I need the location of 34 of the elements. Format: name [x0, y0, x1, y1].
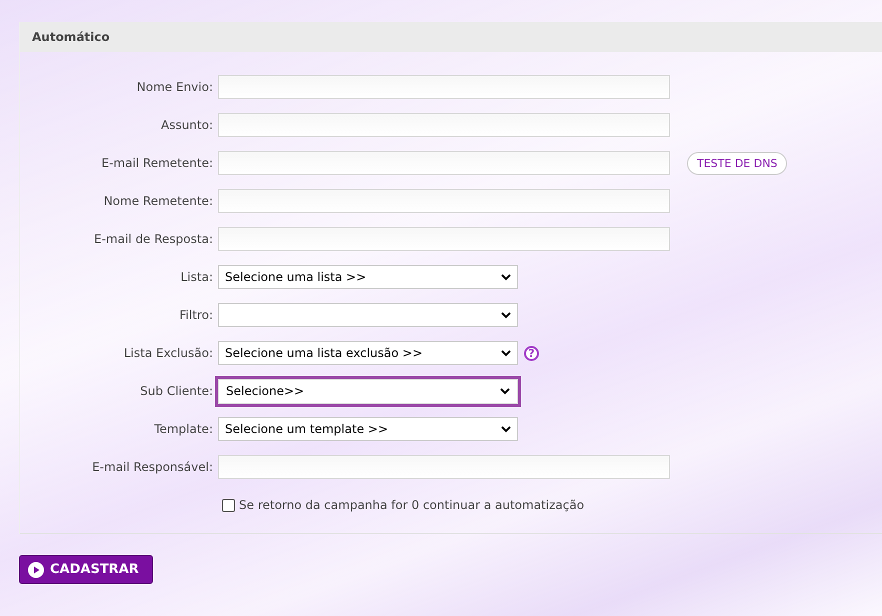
input-field[interactable] [218, 227, 670, 251]
input-field[interactable] [218, 75, 670, 99]
field-label: Nome Remetente: [102, 194, 214, 208]
dns-test-button[interactable]: TESTE DE DNS [687, 152, 788, 174]
chevron-icon [500, 388, 510, 394]
select-field[interactable]: Selecione um template >> [218, 417, 518, 441]
register-button[interactable]: CADASTRAR [19, 555, 153, 584]
panel-title: Automático [32, 30, 110, 44]
field-label: Assunto: [160, 118, 214, 132]
field-label: Nome Envio: [136, 80, 214, 94]
checkbox-label: Se retorno da campanha for 0 continuar a automatização [239, 498, 584, 512]
input-field[interactable] [218, 455, 670, 479]
chevron-icon [501, 350, 511, 356]
input-field[interactable] [218, 113, 670, 137]
select-field[interactable] [218, 303, 518, 327]
play-icon [28, 562, 44, 578]
checkbox[interactable] [222, 498, 235, 512]
chevron-icon [501, 274, 511, 280]
field-label: E-mail Responsável: [91, 460, 214, 474]
chevron-icon [501, 426, 511, 432]
field-label: Filtro: [178, 308, 214, 322]
select-field[interactable]: Selecione uma lista exclusão >> [218, 341, 518, 365]
field-label: Sub Cliente: [139, 384, 214, 398]
select-field[interactable]: Selecione>> [215, 376, 521, 406]
field-label: Template: [153, 422, 214, 436]
field-label: E-mail de Resposta: [93, 232, 214, 246]
field-label: E-mail Remetente: [100, 156, 214, 170]
field-label: Lista Exclusão: [122, 346, 214, 360]
select-field[interactable]: Selecione uma lista >> [218, 265, 518, 289]
help-icon[interactable]: ? [524, 346, 539, 360]
input-field[interactable] [218, 151, 670, 175]
chevron-icon [501, 312, 511, 318]
input-field[interactable] [218, 189, 670, 213]
field-label: Lista: [180, 270, 214, 284]
